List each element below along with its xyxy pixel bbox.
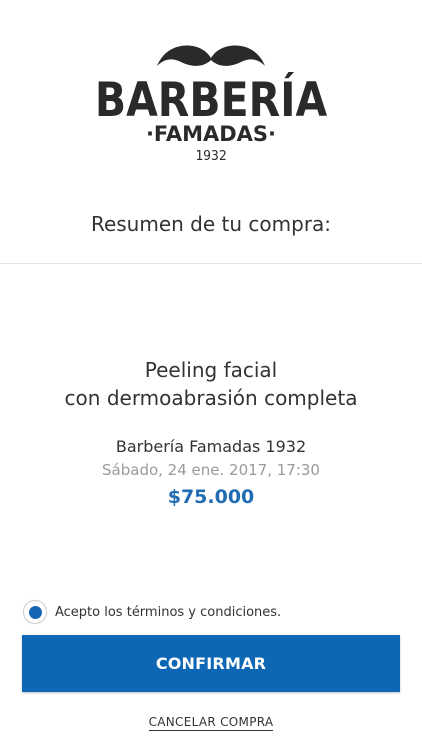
terms-radio[interactable]: [23, 600, 47, 624]
cancel-purchase-link-wrapper: CANCELAR COMPRA: [0, 711, 422, 731]
divider: [0, 263, 422, 264]
terms-label[interactable]: Acepto los términos y condiciones.: [55, 605, 281, 620]
price: $75.000: [167, 486, 255, 508]
service-name-line1: Peeling facial: [144, 358, 278, 382]
appointment-datetime: Sábado, 24 ene. 2017, 17:30: [102, 461, 320, 479]
terms-row[interactable]: Acepto los términos y condiciones.: [23, 600, 281, 624]
confirm-button[interactable]: CONFIRMAR: [22, 635, 400, 692]
cancel-purchase-link[interactable]: CANCELAR COMPRA: [148, 715, 274, 731]
service-name-line2: con dermoabrasión completa: [64, 386, 358, 410]
radio-selected-dot: [28, 605, 42, 619]
mustache-icon: [157, 45, 265, 66]
brand-subname: ·FAMADAS·: [145, 122, 277, 146]
brand-logo: BARBERÍA ·FAMADAS· 1932: [0, 44, 422, 166]
shop-name: Barbería Famadas 1932: [115, 437, 307, 456]
page-title: Resumen de tu compra:: [90, 212, 332, 236]
brand-year: 1932: [195, 149, 227, 164]
service-name: Peeling facial con dermoabrasión complet…: [0, 356, 422, 412]
brand-name: BARBERÍA: [94, 72, 328, 128]
